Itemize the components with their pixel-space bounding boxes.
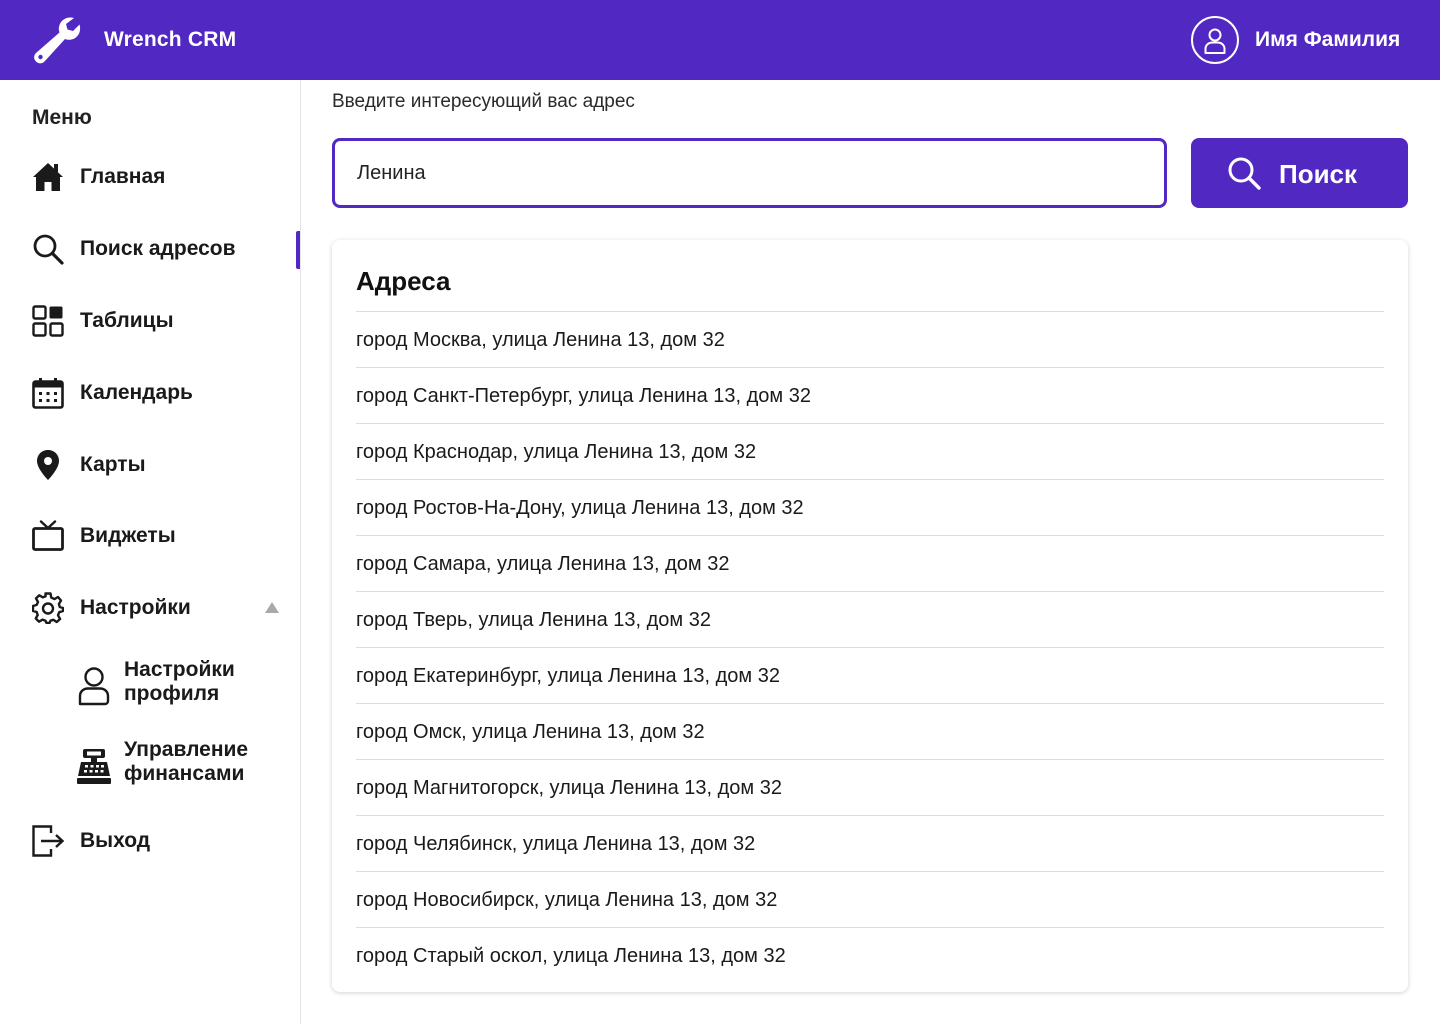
search-button-label: Поиск xyxy=(1279,159,1358,189)
address-search-input[interactable] xyxy=(332,138,1167,208)
gear-icon xyxy=(32,592,64,624)
user-icon xyxy=(1204,28,1226,54)
profile-icon xyxy=(78,667,110,706)
sidebar-item-widgets[interactable]: Виджеты xyxy=(0,508,300,564)
address-list-item[interactable]: город Краснодар, улица Ленина 13, дом 32 xyxy=(356,423,1384,479)
home-icon xyxy=(33,163,63,191)
menu-title: Меню xyxy=(32,106,92,129)
sidebar-item-label: Таблицы xyxy=(80,309,174,332)
search-icon xyxy=(1228,157,1261,190)
calendar-icon xyxy=(32,378,64,409)
sidebar-item-label: Главная xyxy=(80,165,166,188)
sidebar-subitem-profile-settings[interactable]: Настройки профиля xyxy=(76,658,296,716)
address-list-item[interactable]: город Магнитогорск, улица Ленина 13, дом… xyxy=(356,759,1384,815)
sidebar-subitem-label: Управление финансами xyxy=(124,738,249,785)
sidebar-item-label: Карты xyxy=(80,453,146,476)
address-list-item[interactable]: город Новосибирск, улица Ленина 13, дом … xyxy=(356,871,1384,927)
sidebar-item-settings[interactable]: Настройки xyxy=(0,580,300,636)
caret-up-icon[interactable] xyxy=(265,602,279,613)
address-list: город Москва, улица Ленина 13, дом 32 гор… xyxy=(356,311,1384,983)
search-icon xyxy=(33,234,64,265)
app-title: Wrench CRM xyxy=(104,28,237,51)
sidebar-subitem-label: Настройки профиля xyxy=(124,658,235,705)
user-name[interactable]: Имя Фамилия xyxy=(1255,27,1400,53)
user-avatar[interactable] xyxy=(1191,16,1239,64)
cash-register-icon xyxy=(77,749,111,784)
tables-icon xyxy=(32,305,64,337)
active-indicator xyxy=(296,231,300,269)
sidebar-item-address-search[interactable]: Поиск адресов xyxy=(0,221,300,277)
sidebar-subitem-finance[interactable]: Управление финансами xyxy=(76,738,296,796)
map-pin-icon xyxy=(37,450,59,480)
app-header: Wrench CRM Имя Фамилия xyxy=(0,0,1440,80)
address-list-item[interactable]: город Тверь, улица Ленина 13, дом 32 xyxy=(356,591,1384,647)
address-list-item[interactable]: город Екатеринбург, улица Ленина 13, дом… xyxy=(356,647,1384,703)
sidebar-item-calendar[interactable]: Календарь xyxy=(0,365,300,421)
results-card: Адреса город Москва, улица Ленина 13, до… xyxy=(332,240,1408,992)
address-list-item[interactable]: город Омск, улица Ленина 13, дом 32 xyxy=(356,703,1384,759)
search-caption: Введите интересующий вас адрес xyxy=(332,91,635,112)
sidebar-item-label: Выход xyxy=(80,829,151,852)
address-list-item[interactable]: город Старый оскол, улица Ленина 13, дом… xyxy=(356,927,1384,983)
sidebar-item-maps[interactable]: Карты xyxy=(0,437,300,493)
search-button[interactable]: Поиск xyxy=(1191,138,1408,208)
sidebar-item-label: Виджеты xyxy=(80,524,176,547)
address-list-item[interactable]: город Санкт-Петербург, улица Ленина 13, … xyxy=(356,367,1384,423)
sidebar-item-label: Настройки xyxy=(80,596,191,619)
results-title: Адреса xyxy=(356,266,451,296)
wrench-icon[interactable] xyxy=(30,14,82,66)
tv-icon xyxy=(32,520,64,551)
address-list-item[interactable]: город Самара, улица Ленина 13, дом 32 xyxy=(356,535,1384,591)
sidebar: Меню Главная Поиск адресов Таблицы Кален… xyxy=(0,80,301,1024)
logout-icon xyxy=(32,825,64,857)
sidebar-item-label: Поиск адресов xyxy=(80,237,236,260)
address-list-item[interactable]: город Ростов-На-Дону, улица Ленина 13, д… xyxy=(356,479,1384,535)
sidebar-item-home[interactable]: Главная xyxy=(0,149,300,205)
address-list-item[interactable]: город Москва, улица Ленина 13, дом 32 xyxy=(356,311,1384,367)
sidebar-item-label: Календарь xyxy=(80,381,193,404)
address-list-item[interactable]: город Челябинск, улица Ленина 13, дом 32 xyxy=(356,815,1384,871)
sidebar-item-tables[interactable]: Таблицы xyxy=(0,293,300,349)
sidebar-item-logout[interactable]: Выход xyxy=(0,813,300,869)
